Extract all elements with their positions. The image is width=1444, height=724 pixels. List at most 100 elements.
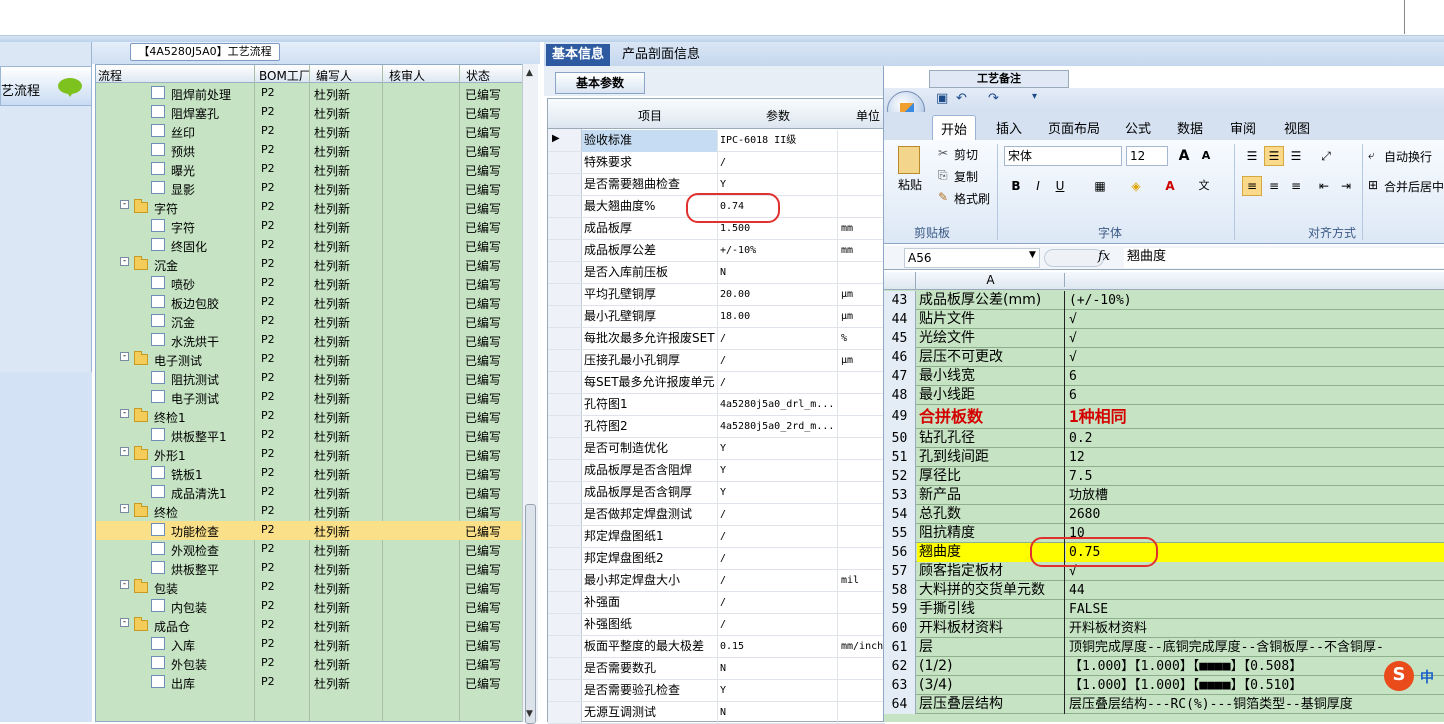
sheet-row[interactable]: 61 层顶铜完成厚度--底铜完成厚度--含铜板厚--不含铜厚- — [884, 638, 1444, 657]
collapse-toggle-icon[interactable]: - — [120, 580, 129, 589]
workflow-row[interactable]: 内包装 P2 杜列新 已编写 — [96, 597, 521, 616]
workflow-scrollbar[interactable]: ▲ ▼ — [522, 64, 538, 724]
workflow-row[interactable]: 出库 P2 杜列新 已编写 — [96, 673, 521, 692]
orientation-icon[interactable]: ⤢ — [1316, 146, 1336, 166]
sheet-row[interactable]: 56 翘曲度 0.75 — [884, 543, 1444, 562]
param-value[interactable]: Y — [718, 482, 838, 504]
param-row[interactable]: 补强图纸 / — [548, 614, 885, 636]
row-number[interactable]: 44 — [884, 310, 916, 329]
sheet-row[interactable]: 60 开料板材资料 开料板材资料 — [884, 619, 1444, 638]
param-row[interactable]: 特殊要求 / — [548, 152, 885, 174]
cell-a[interactable]: 手撕引线 — [917, 600, 1065, 619]
row-number[interactable]: 43 — [884, 291, 916, 310]
param-value[interactable]: 20.00 — [718, 284, 838, 306]
param-row[interactable]: 是否需要验孔检查 Y — [548, 680, 885, 702]
nav-item-process-flow[interactable]: 艺流程 — [0, 66, 92, 106]
workflow-row[interactable]: - 终检1 P2 杜列新 已编写 — [96, 407, 521, 426]
row-number[interactable]: 50 — [884, 429, 916, 448]
param-value[interactable]: +/-10% — [718, 240, 838, 262]
collapse-toggle-icon[interactable]: - — [120, 352, 129, 361]
sheet-row[interactable]: 45 光绘文件 √ — [884, 329, 1444, 348]
ribbon-tab-page-layout[interactable]: 页面布局 — [1048, 118, 1100, 137]
sheet-row[interactable]: 62 (1/2) 【1.000】【1.000】【■■■■】【0.508】 — [884, 657, 1444, 676]
workflow-row[interactable]: 成品清洗1 P2 杜列新 已编写 — [96, 483, 521, 502]
row-number[interactable]: 58 — [884, 581, 916, 600]
workflow-row[interactable]: 喷砂 P2 杜列新 已编写 — [96, 274, 521, 293]
cell-a[interactable]: 光绘文件 — [917, 329, 1065, 348]
sheet-row[interactable]: 63 (3/4) 【1.000】【1.000】【■■■■】【0.510】 — [884, 676, 1444, 695]
font-name-select[interactable]: 宋体 — [1004, 146, 1122, 166]
cell-a[interactable]: 总孔数 — [917, 505, 1065, 524]
param-value[interactable]: 4a5280j5a0_drl_m... — [718, 394, 838, 416]
fill-color-icon[interactable]: ◈ — [1126, 176, 1146, 196]
ribbon-tab-formulas[interactable]: 公式 — [1125, 118, 1151, 137]
param-value[interactable]: / — [718, 504, 838, 526]
workflow-row[interactable]: 显影 P2 杜列新 已编写 — [96, 179, 521, 198]
collapse-toggle-icon[interactable]: - — [120, 447, 129, 456]
workflow-row[interactable]: 沉金 P2 杜列新 已编写 — [96, 312, 521, 331]
cell-b[interactable]: √ — [1066, 329, 1444, 348]
cell-a[interactable]: 新产品 — [917, 486, 1065, 505]
font-size-select[interactable]: 12 — [1126, 146, 1168, 166]
param-value[interactable]: / — [718, 548, 838, 570]
row-number[interactable]: 55 — [884, 524, 916, 543]
cell-b[interactable]: 7.5 — [1066, 467, 1444, 486]
param-value[interactable]: Y — [718, 460, 838, 482]
param-value[interactable]: / — [718, 152, 838, 174]
cell-b[interactable]: √ — [1066, 310, 1444, 329]
row-number[interactable]: 46 — [884, 348, 916, 367]
param-row[interactable]: 验收标准 IPC-6018 II级 — [548, 130, 885, 152]
workflow-row[interactable]: 阻焊前处理 P2 杜列新 已编写 — [96, 84, 521, 103]
param-value[interactable]: N — [718, 658, 838, 680]
collapse-toggle-icon[interactable]: - — [120, 200, 129, 209]
cell-b[interactable]: 0.2 — [1066, 429, 1444, 448]
paste-button[interactable]: 粘贴 — [898, 176, 922, 193]
param-row[interactable]: 每批次最多允许报废SET /% — [548, 328, 885, 350]
italic-button[interactable]: I — [1028, 176, 1048, 196]
tab-basic-info[interactable]: 基本信息 — [546, 44, 611, 66]
cell-b[interactable]: 开料板材资料 — [1066, 619, 1444, 638]
row-number[interactable]: 52 — [884, 467, 916, 486]
undo-icon[interactable]: ↶ — [956, 91, 967, 106]
workflow-row[interactable]: 阻焊塞孔 P2 杜列新 已编写 — [96, 103, 521, 122]
sheet-row[interactable]: 51 孔到线间距 12 — [884, 448, 1444, 467]
param-value[interactable]: N — [718, 262, 838, 284]
scroll-up-icon[interactable]: ▲ — [526, 68, 533, 78]
align-left-icon[interactable]: ≡ — [1242, 176, 1262, 196]
sheet-row[interactable]: 57 顾客指定板材 √ — [884, 562, 1444, 581]
workflow-row[interactable]: 曝光 P2 杜列新 已编写 — [96, 160, 521, 179]
col-header-reviewer[interactable]: 核审人 — [389, 67, 425, 84]
cell-b[interactable]: (+/-10%) — [1066, 291, 1444, 310]
cell-a[interactable]: 成品板厚公差(mm) — [917, 291, 1065, 310]
row-number[interactable]: 62 — [884, 657, 916, 676]
workflow-row[interactable]: - 电子测试 P2 杜列新 已编写 — [96, 350, 521, 369]
param-value[interactable]: / — [718, 372, 838, 394]
param-row[interactable]: 无源互调测试 N — [548, 702, 885, 724]
col-header-a[interactable]: A — [917, 273, 1065, 287]
align-bottom-icon[interactable]: ☰ — [1286, 146, 1306, 166]
workflow-row[interactable]: 丝印 P2 杜列新 已编写 — [96, 122, 521, 141]
sheet-row[interactable]: 49 合拼板数 1种相同 — [884, 405, 1444, 429]
scroll-thumb[interactable] — [525, 504, 536, 724]
format-painter-button[interactable]: 格式刷 — [954, 190, 990, 207]
workflow-row[interactable]: 板边包胶 P2 杜列新 已编写 — [96, 293, 521, 312]
workflow-row[interactable]: - 沉金 P2 杜列新 已编写 — [96, 255, 521, 274]
row-number[interactable]: 51 — [884, 448, 916, 467]
row-number[interactable]: 59 — [884, 600, 916, 619]
sheet-row[interactable]: 64 层压叠层结构 层压叠层结构---RC(%)---铜箔类型--基铜厚度 — [884, 695, 1444, 714]
workflow-row[interactable]: 预烘 P2 杜列新 已编写 — [96, 141, 521, 160]
param-row[interactable]: 邦定焊盘图纸1/ — [548, 526, 885, 548]
wrap-text-button[interactable]: 自动换行 — [1384, 148, 1432, 165]
param-value[interactable]: Y — [718, 680, 838, 702]
cell-b[interactable]: 功放槽 — [1066, 486, 1444, 505]
param-value[interactable]: IPC-6018 II级 — [718, 130, 838, 152]
param-row[interactable]: 每SET最多允许报废单元 / — [548, 372, 885, 394]
cell-a[interactable]: (1/2) — [917, 657, 1065, 676]
col-header-status[interactable]: 状态 — [466, 67, 490, 84]
ribbon-tab-view[interactable]: 视图 — [1284, 118, 1310, 137]
col-header-bom[interactable]: BOM工厂 — [259, 67, 311, 84]
cell-b[interactable]: 顶铜完成厚度--底铜完成厚度--含铜板厚--不含铜厚- — [1066, 638, 1444, 657]
param-value[interactable]: 0.15 — [718, 636, 838, 658]
param-value[interactable]: / — [718, 570, 838, 592]
align-middle-icon[interactable]: ☰ — [1264, 146, 1284, 166]
